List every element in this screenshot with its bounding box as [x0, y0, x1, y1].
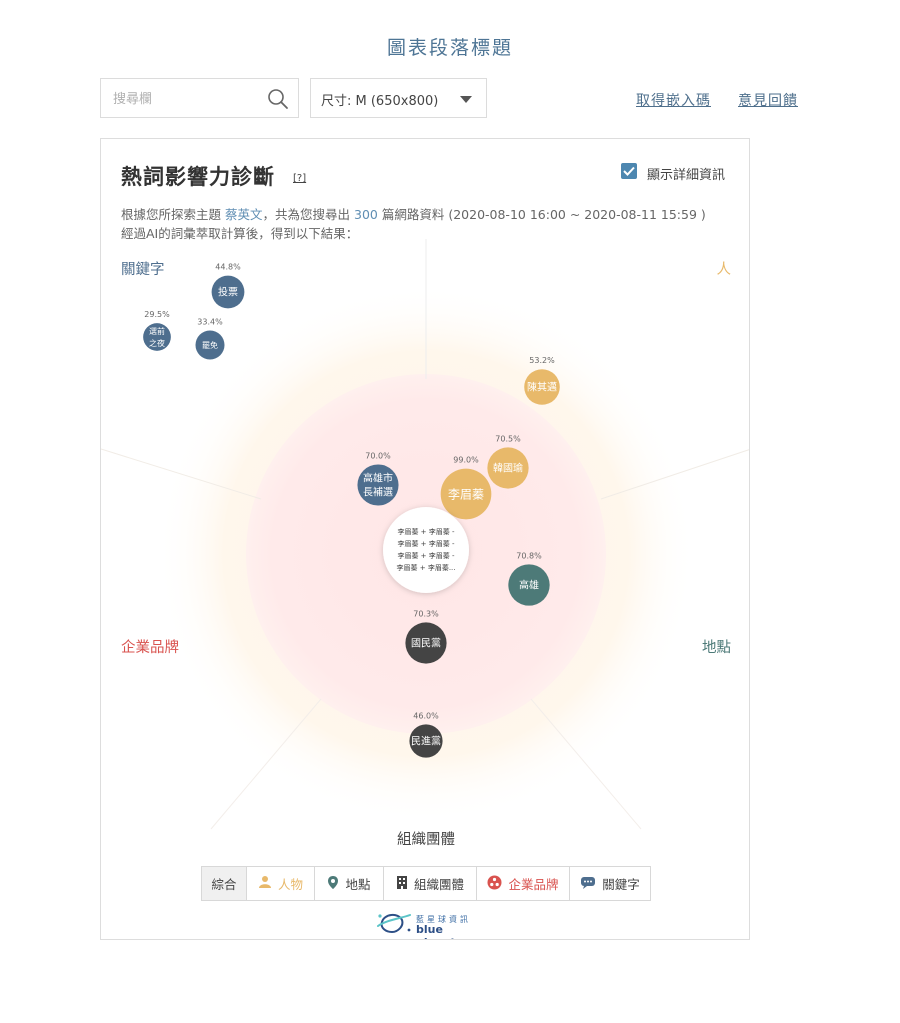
bubble-label: 選前: [149, 326, 165, 336]
embed-code-link[interactable]: 取得嵌入碼: [636, 90, 711, 110]
bubble-label: 李眉蓁: [448, 486, 484, 501]
bubble-label: 國民黨: [411, 637, 441, 650]
category-label-keyword: 關鍵字: [121, 261, 165, 278]
center-node[interactable]: 李眉蓁 + 李眉蓁 - 李眉蓁 + 李眉蓁 - 李眉蓁 + 李眉蓁 - 李眉蓁 + 李…: [383, 507, 469, 593]
tab-label: 地點: [345, 877, 371, 892]
bubble-pct-label: 44.8%: [215, 263, 241, 272]
bubble-label: 高雄市: [363, 472, 393, 485]
help-link[interactable]: [?]: [293, 173, 306, 184]
size-select[interactable]: 尺寸: M (650x800): [310, 78, 487, 118]
search-input[interactable]: [111, 88, 265, 110]
check-icon: [623, 166, 635, 176]
tab-地點[interactable]: 地點: [315, 867, 384, 900]
bubble-pct-label: 70.5%: [495, 434, 521, 443]
blue-planet-logo: 藍星球資訊 blue planet: [376, 910, 476, 939]
desc-suffix: 篇網路資料 (2020-08-10 16:00 ~ 2020-08-11 15:…: [381, 207, 706, 222]
detail-checkbox[interactable]: [621, 163, 637, 179]
tab-label: 組織團體: [413, 877, 464, 892]
search-box[interactable]: [100, 78, 299, 118]
bubble-民進黨[interactable]: 46.0% 民進黨: [409, 711, 443, 758]
center-text-line: 李眉蓁 + 李眉蓁 -: [397, 527, 455, 536]
tab-label: 人物: [277, 877, 303, 892]
widget-title: 熱詞影響力診斷: [121, 165, 275, 189]
bubble-pct-label: 33.4%: [197, 317, 223, 326]
bubble-pct-label: 70.8%: [516, 551, 542, 560]
center-text-line: 李眉蓁 + 李眉蓁 -: [397, 551, 455, 560]
logo-text-en: blue planet: [416, 923, 456, 939]
person-icon: [258, 875, 272, 892]
tab-組織團體[interactable]: 組織團體: [384, 867, 477, 900]
desc-mid: ，共為您搜尋出: [262, 207, 351, 222]
center-text-line: 李眉蓁 + 李眉蓁 -: [397, 539, 455, 548]
detail-label: 顯示詳細資訊: [647, 168, 726, 183]
map-pin-icon: [327, 875, 339, 893]
tab-關鍵字[interactable]: 關鍵字: [570, 867, 650, 900]
planet-icon: [377, 914, 411, 934]
page-title: 圖表段落標題: [386, 37, 513, 59]
bubble-label: 韓國瑜: [493, 462, 523, 475]
caret-down-icon: [460, 96, 472, 103]
chat-icon: [580, 876, 596, 892]
category-label-brand: 企業品牌: [121, 638, 179, 656]
bubble-陳其邁[interactable]: 53.2% 陳其邁: [524, 356, 560, 405]
description: 根據您所探索主題 蔡英文，共為您搜尋出 300 篇網路資料 (2020-08-1…: [121, 205, 749, 243]
bubble-pct-label: 46.0%: [413, 711, 439, 720]
desc-topic-link[interactable]: 蔡英文: [225, 207, 263, 222]
category-label-person: 人: [717, 261, 732, 278]
bubble-label: 民進黨: [411, 735, 441, 748]
bubble-罷免[interactable]: 33.4% 罷免: [195, 317, 225, 360]
center-circle[interactable]: [383, 507, 469, 593]
tab-企業品牌[interactable]: 企業品牌: [477, 867, 570, 900]
bubble-chart: 關鍵字 人企業品牌 地點組織團體 44.8% 投票 29.5% 選前之夜 33.4% 罷免 53…: [101, 239, 749, 848]
hot-word-widget: 關鍵字人企業品牌 地點 組織團體 44.8% 投票 29.5% 選前 之夜 33.4% 罷免 53…: [100, 138, 750, 940]
center-text-line: 李眉蓁 + 李眉蓁...: [397, 563, 456, 572]
bubble-pct-label: 70.0%: [365, 451, 391, 460]
tab-人物[interactable]: 人物: [247, 867, 315, 900]
bubble-label: 罷免: [202, 340, 218, 350]
bubble-label: 長補選: [363, 486, 393, 499]
bubble-label: 之夜: [149, 338, 165, 348]
category-label-org: 組織團體: [397, 831, 455, 848]
bubble-label: 高雄: [519, 579, 539, 592]
feedback-link[interactable]: 意見回饋: [738, 90, 798, 110]
bubble-投票[interactable]: 44.8% 投票: [211, 263, 245, 309]
bubble-選前之夜[interactable]: 29.5% 選前之夜: [143, 310, 171, 351]
tab-綜合[interactable]: 綜合: [202, 867, 247, 900]
bubble-pct-label: 99.0%: [453, 456, 479, 465]
category-tabs: 綜合 人物 地點 組織團體 企業品牌 關鍵字: [201, 866, 651, 901]
bubble-pct-label: 53.2%: [529, 356, 555, 365]
tab-label: 綜合: [211, 877, 237, 892]
brand-icon: [487, 875, 502, 893]
tab-label: 關鍵字: [602, 877, 640, 892]
bubble-pct-label: 70.3%: [413, 609, 439, 618]
desc-count: 300: [354, 207, 378, 222]
bubble-label: 陳其邁: [527, 381, 557, 394]
bubble-label: 投票: [218, 286, 238, 299]
size-select-value: 尺寸: M (650x800): [321, 94, 439, 109]
bubble-circle[interactable]: [357, 464, 399, 506]
search-icon[interactable]: [266, 87, 290, 111]
tab-label: 企業品牌: [508, 877, 559, 892]
desc-prefix: 根據您所探索主題: [121, 207, 222, 222]
desc-line2: 經過AI的詞彙萃取計算後，得到以下結果：: [121, 226, 359, 241]
category-label-place: 地點: [702, 639, 731, 656]
bubble-pct-label: 29.5%: [144, 310, 170, 319]
building-icon: [396, 875, 408, 893]
